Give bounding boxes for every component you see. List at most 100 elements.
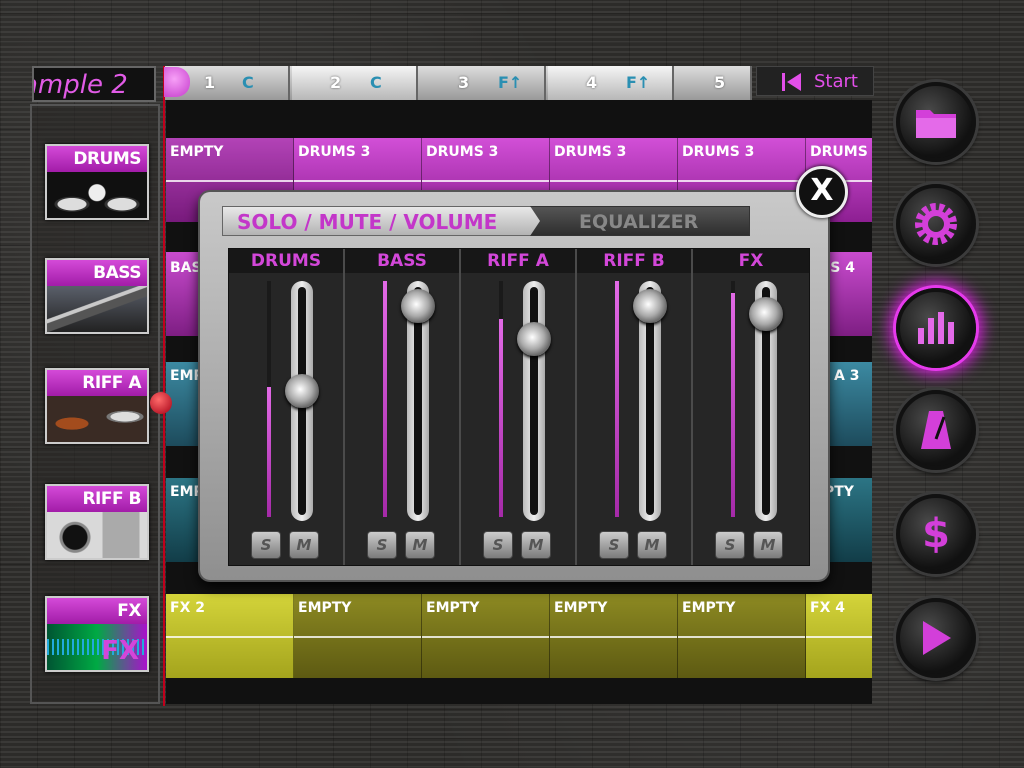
tab-solo-mute-volume[interactable]: SOLO / MUTE / VOLUME [222,206,542,236]
metronome-button[interactable] [896,390,976,470]
bar-key: C [242,73,254,92]
cell-label: EMPTY [298,600,352,616]
store-button[interactable]: $ [896,494,976,574]
cell-label: EMPTY [682,600,736,616]
mute-button[interactable]: M [521,531,551,559]
bar-number: 1 [204,73,216,92]
track-row-fx: FX 2 EMPTY EMPTY EMPTY EMPTY FX 4 [166,594,872,678]
solo-button[interactable]: S [715,531,745,559]
track-button-riff-a[interactable]: RIFF A [45,368,149,444]
bar-number: 5 [714,73,726,92]
level-meter [383,281,387,517]
volume-fader-track[interactable] [523,281,545,521]
mute-button[interactable]: M [405,531,435,559]
solo-button[interactable]: S [483,531,513,559]
fx-logo: FX [101,636,139,666]
play-icon [923,621,951,655]
pattern-cell[interactable]: EMPTY [422,594,550,678]
bar-number: 2 [330,73,342,92]
channel-strip-drums: DRUMS S M [229,249,345,565]
track-button-riff-b[interactable]: RIFF B [45,484,149,560]
open-folder-button[interactable] [896,82,976,162]
bar-key: F↑ [626,73,651,92]
mixer-button[interactable] [896,288,976,368]
volume-fader-knob[interactable] [401,289,435,324]
solo-button[interactable]: S [251,531,281,559]
channel-name: RIFF B [577,249,691,273]
folder-icon [916,110,956,138]
bar-marker[interactable]: 3 F↑ [420,66,546,100]
cell-label: DRUMS 3 [298,144,371,160]
pattern-cell[interactable]: EMPTY [294,594,422,678]
go-to-start-button[interactable]: Start [756,66,874,96]
project-title: ample 2 [32,70,128,100]
mute-button[interactable]: M [753,531,783,559]
level-meter [267,281,271,517]
cell-label: FX 4 [810,600,845,616]
cell-label: DRUMS 3 [682,144,755,160]
channel-name: BASS [345,249,459,273]
track-list-panel: DRUMS BASS RIFF A RIFF B FX FX [30,104,160,704]
pattern-cell[interactable]: EMPTY [678,594,806,678]
track-button-bass[interactable]: BASS [45,258,149,334]
mute-button[interactable]: M [289,531,319,559]
skip-to-start-icon [782,73,801,91]
bar-key: C [370,73,382,92]
volume-fader-knob[interactable] [749,297,783,332]
track-label: FX [47,598,147,624]
timeline-ruler[interactable]: 1 C 2 C 3 F↑ 4 F↑ 5 [164,66,752,100]
level-meter-fill [615,281,619,517]
cell-label: FX 2 [170,600,205,616]
volume-fader-knob[interactable] [517,322,551,357]
solo-button[interactable]: S [367,531,397,559]
volume-fader-knob[interactable] [285,373,319,408]
level-meter [615,281,619,517]
solo-button[interactable]: S [599,531,629,559]
play-button[interactable] [896,598,976,678]
level-meter-fill [383,281,387,517]
pattern-cell[interactable]: FX 2 [166,594,294,678]
track-button-drums[interactable]: DRUMS [45,144,149,220]
channel-strip-fx: FX S M [693,249,809,565]
level-meter-fill [267,387,271,517]
pattern-cell[interactable]: FX 4 [806,594,872,678]
bar-marker[interactable]: 5 [676,66,752,100]
channel-strip-riff-a: RIFF A S M [461,249,577,565]
channel-name: DRUMS [229,249,343,273]
settings-button[interactable] [896,184,976,264]
level-meter [499,281,503,517]
track-label: BASS [47,260,147,286]
level-meter [731,281,735,517]
metronome-icon [921,411,951,449]
volume-fader-knob[interactable] [633,289,667,324]
microphone-guitar-image [47,396,147,442]
drum-kit-image [47,172,147,218]
mute-button[interactable]: M [637,531,667,559]
playhead-line[interactable] [163,66,165,706]
cell-label: DRUMS 3 [554,144,627,160]
cell-label: DRUMS [810,144,868,160]
cell-label: DRUMS 3 [426,144,499,160]
mixer-channels: DRUMS S M BASS S M RIFF A S M RIFF B S M… [228,248,810,566]
close-mixer-button[interactable]: X [796,166,848,218]
track-button-fx[interactable]: FX FX [45,596,149,672]
bar-number: 3 [458,73,470,92]
tab-equalizer[interactable]: EQUALIZER [530,206,750,236]
fx-waveform-image: FX [47,624,147,670]
channel-strip-bass: BASS S M [345,249,461,565]
project-title-field[interactable]: ample 2 [32,66,156,102]
track-label: DRUMS [47,146,147,172]
cell-label: EMPTY [170,144,224,160]
boombox-image [47,512,147,558]
channel-name: RIFF A [461,249,575,273]
gear-icon [915,203,957,245]
start-label: Start [814,71,858,92]
channel-strip-riff-b: RIFF B S M [577,249,693,565]
bar-marker[interactable]: 2 C [292,66,418,100]
dollar-icon: $ [922,511,950,557]
mixer-bars-icon [918,312,954,344]
playhead-handle[interactable] [164,67,190,97]
cell-label: EMPTY [554,600,608,616]
bar-marker[interactable]: 4 F↑ [548,66,674,100]
pattern-cell[interactable]: EMPTY [550,594,678,678]
